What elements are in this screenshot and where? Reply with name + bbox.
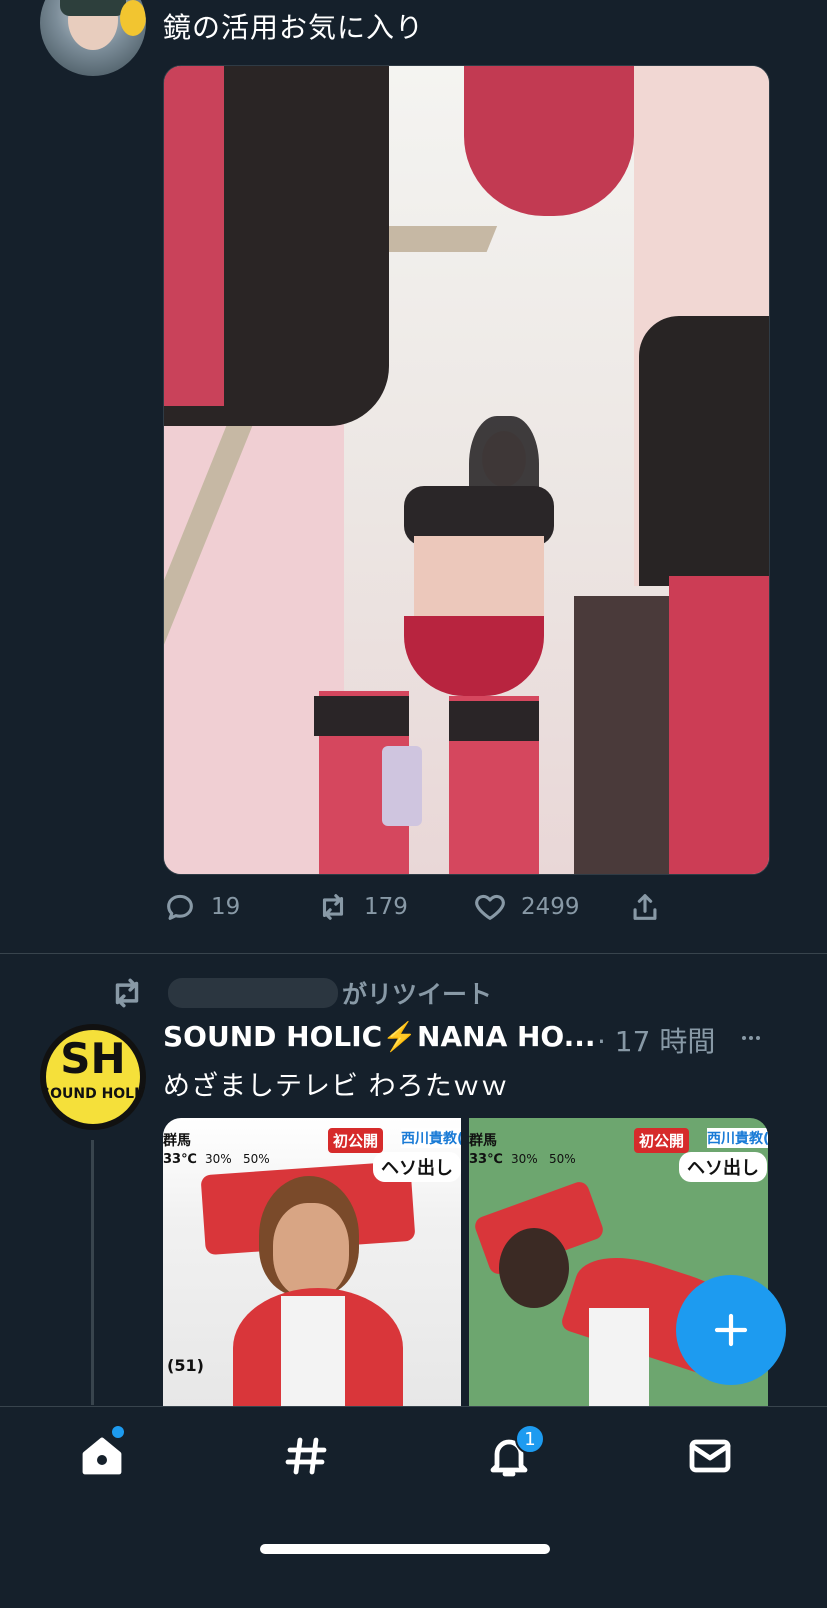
- weather-pct2: 50%: [549, 1152, 576, 1166]
- weather-pct2: 50%: [243, 1152, 270, 1166]
- share-icon: [633, 894, 657, 920]
- retweet-count: 179: [364, 894, 408, 920]
- tweet-timestamp[interactable]: · 17 時間: [597, 1020, 715, 1060]
- weather-location: 群馬: [163, 1133, 191, 1149]
- hashtag-icon: [285, 1437, 327, 1475]
- subtitle-caption: ヘソ出し: [373, 1152, 461, 1182]
- notifications-badge: 1: [515, 1424, 545, 1454]
- subtitle-caption: ヘソ出し: [679, 1152, 767, 1182]
- like-button[interactable]: 2499: [473, 890, 580, 924]
- heart-icon: [475, 894, 505, 920]
- share-button[interactable]: [628, 890, 662, 924]
- premiere-banner: 初公開: [328, 1128, 384, 1153]
- nav-explore[interactable]: [282, 1432, 330, 1480]
- reply-icon: [167, 894, 193, 920]
- retweet-icon: [115, 978, 139, 1008]
- premiere-banner: 初公開: [634, 1128, 690, 1153]
- more-options-button[interactable]: [734, 1026, 768, 1050]
- compose-tweet-button[interactable]: [676, 1275, 786, 1385]
- reply-count: 19: [211, 894, 241, 920]
- weather-temp: 33℃: [469, 1152, 503, 1167]
- tweet-text: めざましテレビ わろたｗｗ: [163, 1071, 509, 1102]
- weather-pct1: 30%: [511, 1152, 538, 1166]
- author-avatar[interactable]: [40, 0, 146, 76]
- retweet-icon: [322, 894, 344, 920]
- nav-notifications[interactable]: 1: [485, 1424, 545, 1480]
- name-caption: 西川貴教(51): [401, 1128, 461, 1148]
- weather-temp: 33℃: [163, 1152, 197, 1167]
- tweet-divider: [0, 953, 827, 954]
- retweeted-by-label: がリツイート: [342, 980, 493, 1009]
- age-caption: (51): [167, 1356, 204, 1375]
- avatar-logo-top: SH: [60, 1034, 126, 1083]
- thread-line: [91, 1140, 94, 1405]
- avatar-logo-bottom: SOUND HOLIC: [40, 1086, 146, 1102]
- reply-button[interactable]: 19: [163, 890, 240, 924]
- name-caption: 西川貴教(51): [707, 1128, 768, 1148]
- mail-icon: [689, 1439, 731, 1473]
- like-count: 2499: [521, 894, 580, 920]
- tweet-photo[interactable]: [163, 65, 770, 875]
- retweet-button[interactable]: 179: [316, 890, 408, 924]
- more-icon: [742, 1036, 760, 1040]
- author-avatar[interactable]: SH SOUND HOLIC: [40, 1024, 146, 1130]
- tweet-media-left[interactable]: 群馬 33℃ 30% 50% 初公開 西川貴教(51) ヘソ出し (51): [163, 1118, 461, 1408]
- plus-icon: [714, 1313, 748, 1347]
- weather-location: 群馬: [469, 1133, 497, 1149]
- home-icon: [82, 1437, 122, 1475]
- tweet-text: 鏡の活用お気に入り: [163, 11, 425, 44]
- weather-pct1: 30%: [205, 1152, 232, 1166]
- redacted-username: [168, 978, 338, 1008]
- nav-home[interactable]: [78, 1426, 126, 1480]
- retweet-context[interactable]: がリツイート: [108, 974, 492, 1012]
- author-name[interactable]: SOUND HOLIC⚡️NANA HO...: [163, 1020, 596, 1053]
- nav-messages[interactable]: [686, 1432, 734, 1480]
- home-unread-dot: [112, 1426, 124, 1438]
- home-indicator: [260, 1544, 550, 1554]
